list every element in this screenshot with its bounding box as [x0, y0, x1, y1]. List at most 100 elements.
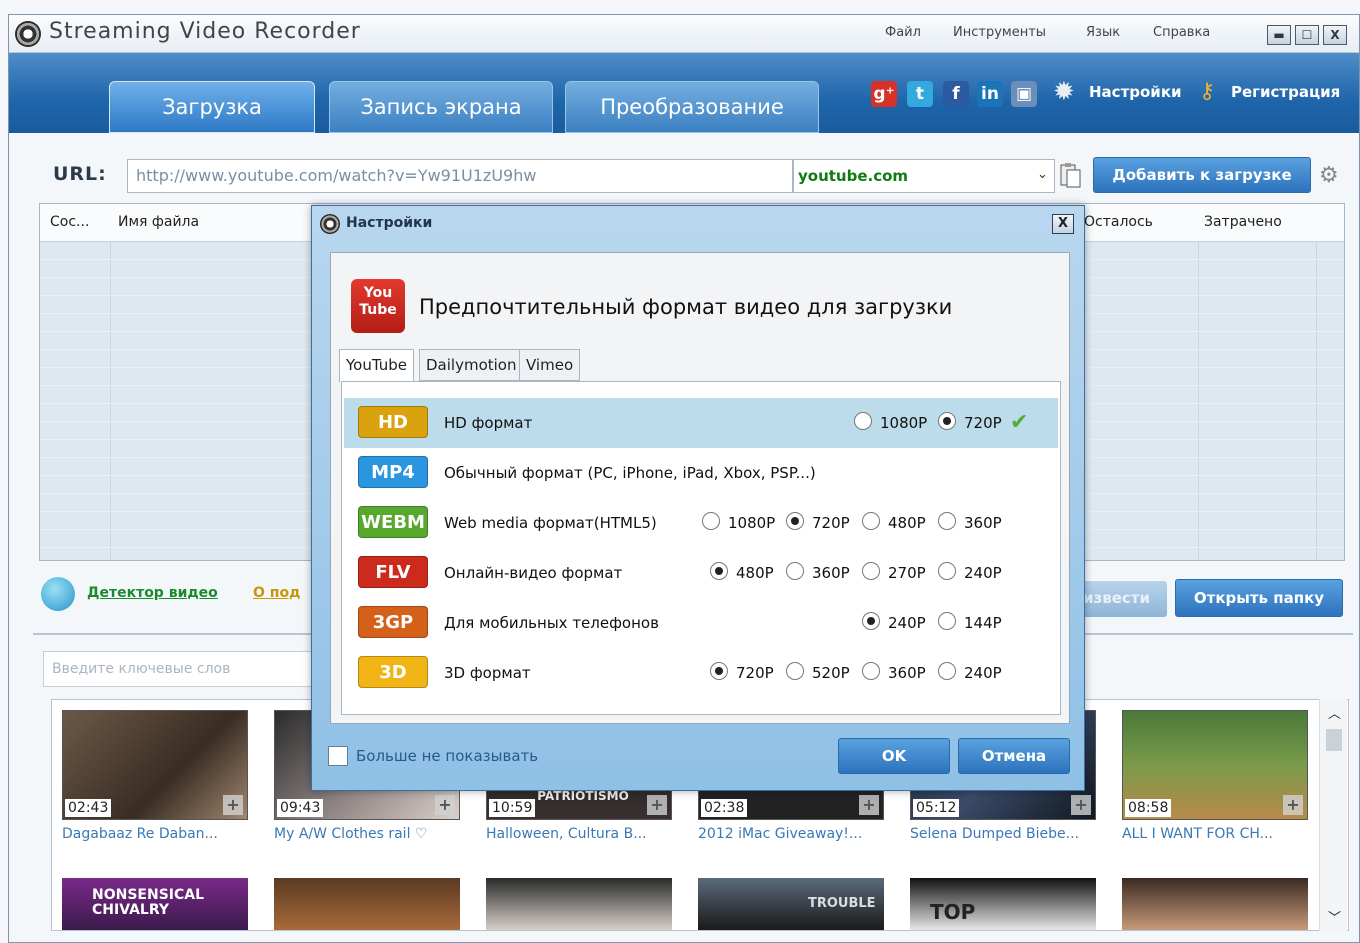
- resolution-radio[interactable]: [710, 662, 730, 682]
- facebook-icon[interactable]: f: [943, 81, 969, 107]
- format-row-3gp[interactable]: 3GP Для мобильных телефонов 240P 144P: [344, 598, 1058, 648]
- open-folder-button[interactable]: Открыть папку: [1175, 579, 1343, 617]
- scroll-down-icon[interactable]: ﹀: [1328, 907, 1341, 926]
- add-icon[interactable]: +: [223, 795, 243, 815]
- menu-file[interactable]: Файл: [885, 25, 921, 40]
- format-row-mp4[interactable]: MP4 Обычный формат (PC, iPhone, iPad, Xbo…: [344, 448, 1058, 498]
- resolution-label[interactable]: 360P: [964, 514, 1002, 532]
- resolution-radio[interactable]: [938, 512, 958, 532]
- cancel-button[interactable]: Отмена: [958, 738, 1070, 774]
- resolution-radio[interactable]: [710, 562, 730, 582]
- video-thumbnail[interactable]: TROUBLE: [698, 878, 884, 930]
- add-icon[interactable]: +: [1071, 795, 1091, 815]
- add-icon[interactable]: +: [859, 795, 879, 815]
- register-link[interactable]: Регистрация: [1231, 83, 1340, 101]
- scroll-thumb[interactable]: [1326, 729, 1342, 751]
- dialog-close-button[interactable]: X: [1052, 214, 1074, 234]
- resolution-label[interactable]: 240P: [888, 614, 926, 632]
- resolution-label[interactable]: 240P: [964, 664, 1002, 682]
- tab-dailymotion[interactable]: Dailymotion: [419, 349, 524, 381]
- resolution-radio[interactable]: [786, 662, 806, 682]
- maximize-button[interactable]: ☐: [1295, 25, 1319, 45]
- format-row-3d[interactable]: 3D 3D формат 720P 520P 360P 240P: [344, 648, 1058, 698]
- column-elapsed[interactable]: Затрачено: [1204, 214, 1282, 230]
- resolution-label[interactable]: 720P: [964, 414, 1002, 432]
- video-card[interactable]: 02:43 + Dagabaaz Re Daban...: [62, 710, 248, 842]
- url-input[interactable]: http://www.youtube.com/watch?v=Yw91U1zU9…: [127, 159, 793, 193]
- video-title[interactable]: My A/W Clothes rail ♡: [274, 826, 460, 842]
- video-title[interactable]: 2012 iMac Giveaway!...: [698, 826, 884, 842]
- video-thumbnail[interactable]: TOP: [910, 878, 1096, 930]
- chevron-down-icon[interactable]: ⌄: [1037, 167, 1048, 182]
- video-title[interactable]: Halloween, Cultura B...: [486, 826, 672, 842]
- resolution-label[interactable]: 720P: [736, 664, 774, 682]
- resolution-label[interactable]: 360P: [888, 664, 926, 682]
- dont-show-label[interactable]: Больше не показывать: [356, 747, 538, 765]
- resolution-radio[interactable]: [702, 512, 722, 532]
- resolution-radio[interactable]: [938, 412, 958, 432]
- video-thumbnail[interactable]: [1122, 878, 1308, 930]
- tab-convert[interactable]: Преобразование: [565, 81, 819, 133]
- resolution-radio[interactable]: [862, 512, 882, 532]
- google-plus-icon[interactable]: g⁺: [871, 81, 897, 107]
- menu-help[interactable]: Справка: [1153, 25, 1210, 40]
- video-title[interactable]: ALL I WANT FOR CH...: [1122, 826, 1308, 842]
- column-remaining[interactable]: Осталось: [1084, 214, 1153, 230]
- add-icon[interactable]: +: [647, 795, 667, 815]
- resolution-radio[interactable]: [938, 562, 958, 582]
- dont-show-checkbox[interactable]: [328, 746, 348, 766]
- resolution-label[interactable]: 270P: [888, 564, 926, 582]
- scroll-up-icon[interactable]: ︿: [1328, 703, 1341, 722]
- resolution-radio[interactable]: [786, 562, 806, 582]
- format-row-flv[interactable]: FLV Онлайн-видео формат 480P 360P 270P 240P: [344, 548, 1058, 598]
- format-row-webm[interactable]: WEBM Web media формат(HTML5) 1080P 720P 480P…: [344, 498, 1058, 548]
- ok-button[interactable]: OK: [838, 738, 950, 774]
- linkedin-icon[interactable]: in: [977, 81, 1003, 107]
- video-title[interactable]: Selena Dumped Biebe...: [910, 826, 1096, 842]
- menu-tools[interactable]: Инструменты: [953, 25, 1046, 40]
- video-detector-link[interactable]: Детектор видео: [87, 585, 218, 601]
- resolution-label[interactable]: 720P: [812, 514, 850, 532]
- resolution-radio[interactable]: [862, 662, 882, 682]
- video-card[interactable]: 08:58 + ALL I WANT FOR CH...: [1122, 710, 1308, 842]
- paste-icon[interactable]: [1059, 161, 1083, 189]
- video-thumbnail[interactable]: 08:58 +: [1122, 710, 1308, 820]
- video-thumbnail[interactable]: [274, 878, 460, 930]
- resolution-radio[interactable]: [862, 612, 882, 632]
- video-thumbnail[interactable]: [486, 878, 672, 930]
- video-thumbnail[interactable]: 02:43 +: [62, 710, 248, 820]
- resolution-radio[interactable]: [786, 512, 806, 532]
- format-row-hd[interactable]: HD HD формат 1080P 720P ✔: [344, 398, 1058, 448]
- options-gear-icon[interactable]: ⚙: [1319, 163, 1339, 188]
- minimize-button[interactable]: ▬: [1267, 25, 1291, 45]
- about-link[interactable]: О под: [253, 585, 300, 601]
- add-icon[interactable]: +: [435, 795, 455, 815]
- resolution-radio[interactable]: [938, 662, 958, 682]
- resolution-label[interactable]: 360P: [812, 564, 850, 582]
- close-button[interactable]: X: [1323, 25, 1347, 45]
- settings-gear-icon[interactable]: ✹: [1053, 77, 1075, 107]
- blogger-icon[interactable]: ▣: [1011, 81, 1037, 107]
- resolution-label[interactable]: 480P: [888, 514, 926, 532]
- column-status[interactable]: Сос...: [50, 214, 89, 230]
- resolution-label[interactable]: 480P: [736, 564, 774, 582]
- video-title[interactable]: Dagabaaz Re Daban...: [62, 826, 248, 842]
- gallery-scrollbar[interactable]: ︿ ﹀: [1319, 699, 1347, 931]
- twitter-icon[interactable]: t: [907, 81, 933, 107]
- tab-download[interactable]: Загрузка: [109, 81, 315, 133]
- tab-vimeo[interactable]: Vimeo: [519, 349, 581, 381]
- tab-youtube[interactable]: YouTube: [339, 349, 414, 383]
- resolution-radio[interactable]: [938, 612, 958, 632]
- resolution-label[interactable]: 1080P: [728, 514, 775, 532]
- resolution-label[interactable]: 144P: [964, 614, 1002, 632]
- site-select[interactable]: youtube.com: [793, 159, 1055, 193]
- convert-button[interactable]: извести: [1075, 581, 1167, 617]
- menu-language[interactable]: Язык: [1086, 25, 1120, 40]
- resolution-label[interactable]: 1080P: [880, 414, 927, 432]
- column-filename[interactable]: Имя файла: [118, 214, 199, 230]
- resolution-radio[interactable]: [862, 562, 882, 582]
- add-icon[interactable]: +: [1283, 795, 1303, 815]
- resolution-label[interactable]: 520P: [812, 664, 850, 682]
- resolution-radio[interactable]: [854, 412, 874, 432]
- video-thumbnail[interactable]: NONSENSICAL CHIVALRY: [62, 878, 248, 930]
